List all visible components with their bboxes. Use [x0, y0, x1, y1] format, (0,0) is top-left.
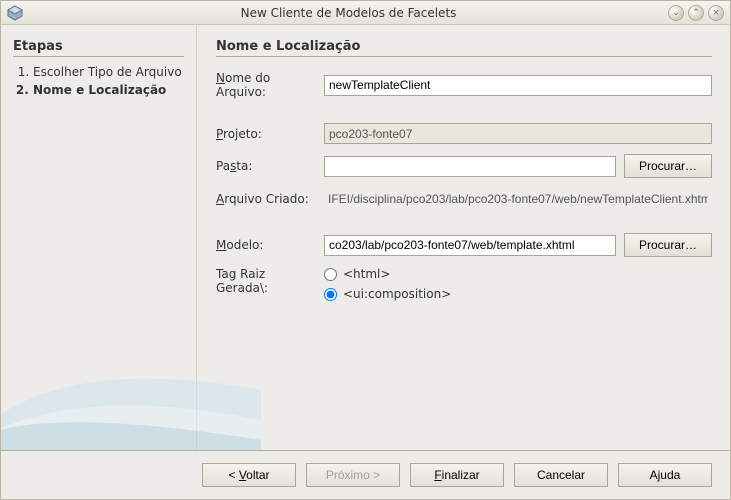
divider: [13, 56, 184, 57]
app-icon: [7, 5, 23, 21]
folder-browse-button[interactable]: Procurar…: [624, 154, 712, 178]
radio-row-html: <html>: [324, 267, 451, 281]
wizard-window: New Cliente de Modelos de Facelets ⌄ ⌃ ×…: [0, 0, 731, 500]
steps-sidebar: Etapas Escolher Tipo de Arquivo Nome e L…: [1, 25, 196, 450]
row-tagroot: Tag Raiz Gerada\: <html> <ui:composition…: [216, 267, 712, 301]
back-button[interactable]: < Voltar: [202, 463, 296, 487]
row-created: Arquivo Criado:: [216, 188, 712, 209]
project-input: [324, 123, 712, 144]
folder-input[interactable]: [324, 156, 616, 177]
steps-heading: Etapas: [13, 39, 184, 54]
divider: [216, 56, 712, 57]
row-folder: Pasta: Procurar…: [216, 154, 712, 178]
filename-input[interactable]: [324, 75, 712, 96]
wizard-footer: < Voltar Próximo > Finalizar Cancelar Aj…: [1, 450, 730, 499]
panel-heading: Nome e Localização: [216, 39, 712, 54]
radio-row-ui: <ui:composition>: [324, 287, 451, 301]
maximize-button[interactable]: ⌃: [688, 5, 704, 21]
radio-html-label: <html>: [343, 267, 390, 281]
row-model: Modelo: Procurar…: [216, 233, 712, 257]
radio-ui-composition[interactable]: [324, 288, 337, 301]
folder-label: Pasta:: [216, 159, 316, 173]
minimize-button[interactable]: ⌄: [668, 5, 684, 21]
close-button[interactable]: ×: [708, 5, 724, 21]
window-title: New Cliente de Modelos de Facelets: [29, 6, 668, 20]
tagroot-radio-group: <html> <ui:composition>: [324, 267, 451, 301]
finish-button[interactable]: Finalizar: [410, 463, 504, 487]
main-panel: Nome e Localização Nome do Arquivo: Proj…: [198, 25, 730, 450]
tagroot-label: Tag Raiz Gerada\:: [216, 267, 316, 295]
model-input[interactable]: [324, 235, 616, 256]
next-button: Próximo >: [306, 463, 400, 487]
cancel-button[interactable]: Cancelar: [514, 463, 608, 487]
help-button[interactable]: Ajuda: [618, 463, 712, 487]
step-1: Escolher Tipo de Arquivo: [33, 65, 184, 79]
filename-label: Nome do Arquivo:: [216, 71, 316, 99]
model-browse-button[interactable]: Procurar…: [624, 233, 712, 257]
radio-ui-label: <ui:composition>: [343, 287, 451, 301]
project-label: Projeto:: [216, 127, 316, 141]
step-2: Nome e Localização: [33, 83, 184, 97]
created-output: [324, 188, 712, 209]
created-label: Arquivo Criado:: [216, 192, 316, 206]
row-project: Projeto:: [216, 123, 712, 144]
model-label: Modelo:: [216, 238, 316, 252]
titlebar: New Cliente de Modelos de Facelets ⌄ ⌃ ×: [1, 1, 730, 25]
content-area: Etapas Escolher Tipo de Arquivo Nome e L…: [1, 25, 730, 450]
steps-list: Escolher Tipo de Arquivo Nome e Localiza…: [13, 65, 184, 97]
window-buttons: ⌄ ⌃ ×: [668, 5, 724, 21]
row-filename: Nome do Arquivo:: [216, 71, 712, 99]
radio-html[interactable]: [324, 268, 337, 281]
